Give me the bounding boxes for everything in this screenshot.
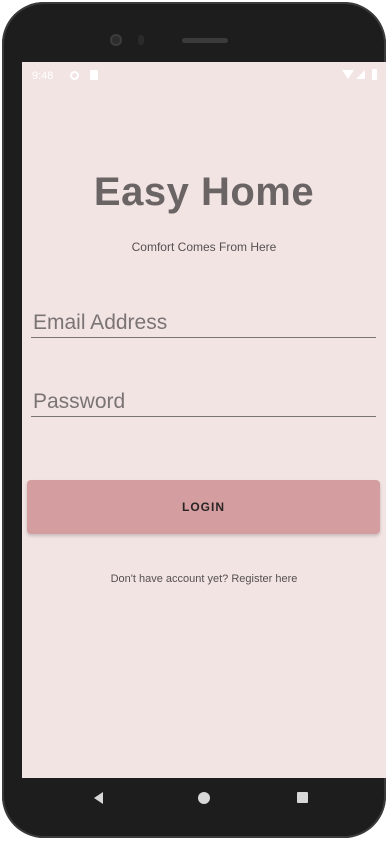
app-subtitle: Comfort Comes From Here (131, 240, 277, 254)
sensor-icon (138, 35, 144, 45)
email-field[interactable] (31, 308, 376, 338)
home-icon[interactable] (198, 792, 210, 804)
login-button[interactable]: LOGIN (27, 480, 380, 534)
speaker-grille (182, 38, 228, 43)
navigation-bar (22, 778, 386, 824)
battery-icon (372, 69, 377, 80)
app-screen: 9:48 Easy Home Comfort Comes From Here L… (22, 62, 386, 778)
back-icon[interactable] (94, 792, 103, 804)
password-field[interactable] (31, 387, 376, 417)
wifi-icon (342, 70, 354, 79)
status-bar: 9:48 (22, 62, 386, 88)
camera-icon (110, 34, 122, 46)
device-top-bezel (2, 2, 386, 62)
signal-icon (356, 70, 365, 79)
recents-icon[interactable] (297, 792, 308, 803)
status-time: 9:48 (32, 70, 54, 82)
settings-icon (70, 71, 79, 80)
register-link[interactable]: Don't have account yet? Register here (22, 573, 386, 585)
app-title: Easy Home (93, 170, 315, 214)
sd-card-icon (90, 70, 98, 80)
